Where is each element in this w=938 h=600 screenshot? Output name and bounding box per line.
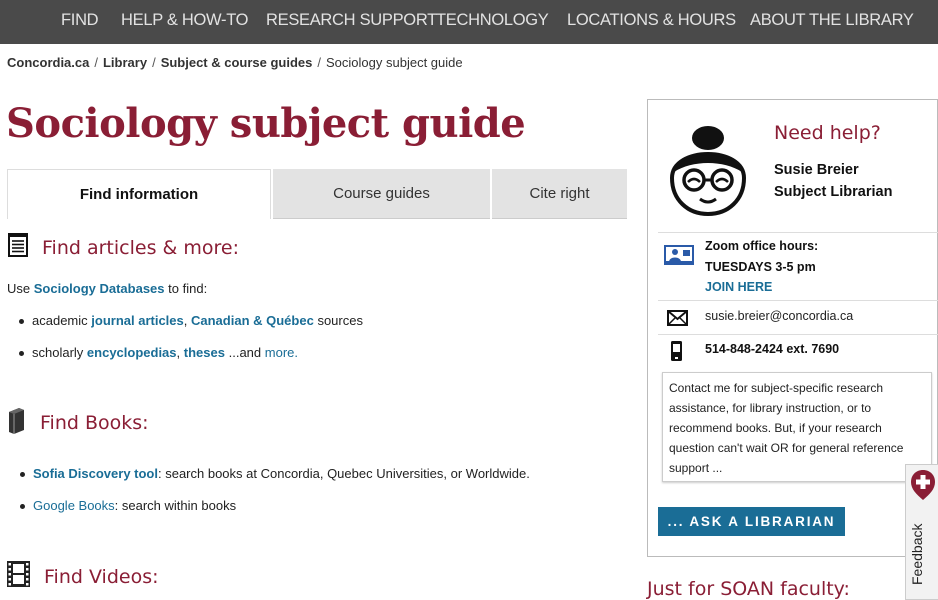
tab-find-information[interactable]: Find information	[7, 169, 271, 219]
breadcrumb-concordia[interactable]: Concordia.ca	[7, 55, 89, 70]
tab-course-guides[interactable]: Course guides	[273, 169, 490, 219]
breadcrumb-library[interactable]: Library	[103, 55, 147, 70]
journal-articles-link[interactable]: journal articles	[91, 313, 183, 328]
breadcrumb-subject-guides[interactable]: Subject & course guides	[161, 55, 313, 70]
ask-librarian-button[interactable]: ... ASK A LIBRARIAN	[658, 507, 845, 536]
guide-tabs: Find information Course guides Cite righ…	[7, 169, 627, 219]
need-help-heading: Need help?	[774, 122, 881, 144]
breadcrumb-separator: /	[317, 55, 322, 70]
articles-intro-text-end: to find:	[168, 281, 208, 296]
librarian-role: Subject Librarian	[774, 184, 893, 200]
articles-intro: Use Sociology Databases to find:	[7, 281, 207, 296]
articles-section-title: Find articles & more:	[42, 236, 239, 259]
zoom-label: Zoom office hours:	[705, 239, 819, 253]
breadcrumb-separator: /	[152, 55, 156, 70]
feedback-label: Feedback	[909, 523, 925, 585]
librarian-name: Susie Breier	[774, 162, 859, 178]
page-title: Sociology subject guide	[6, 100, 526, 147]
film-strip-icon	[7, 561, 30, 592]
articles-intro-text: Use	[7, 281, 31, 296]
bullet-comma: ,	[176, 345, 181, 360]
nav-locations-hours[interactable]: LOCATIONS & HOURS	[567, 11, 736, 30]
book-icon	[7, 407, 26, 439]
breadcrumb: Concordia.ca / Library / Subject & course gu…	[7, 55, 463, 70]
feedback-plus-icon	[910, 469, 936, 506]
librarian-phone: 514-848-2424 ext. 7690	[705, 342, 840, 356]
list-item: Google Books: search within books	[19, 498, 237, 513]
list-item: Sofia Discovery tool: search books at Co…	[20, 466, 530, 481]
videos-section-title: Find Videos:	[44, 565, 159, 588]
nav-research-support[interactable]: RESEARCH SUPPORT	[266, 11, 437, 30]
contact-note: Contact me for subject-specific research…	[662, 372, 932, 482]
soan-faculty-heading: Just for SOAN faculty:	[647, 578, 850, 600]
video-call-icon	[664, 245, 694, 270]
librarian-avatar	[664, 124, 752, 221]
sofia-discovery-link[interactable]: Sofia Discovery tool	[33, 466, 158, 481]
nav-about-library[interactable]: ABOUT THE LIBRARY	[750, 11, 914, 30]
bullet-text: academic	[32, 313, 88, 328]
librarian-sidebar: Need help? Susie Breier Subject Libraria…	[647, 99, 938, 557]
librarian-email[interactable]: susie.breier@concordia.ca	[705, 309, 853, 323]
breadcrumb-current: Sociology subject guide	[326, 55, 463, 70]
envelope-icon	[667, 310, 688, 331]
zoom-hours-row: Zoom office hours: TUESDAYS 3-5 pm JOIN …	[658, 232, 938, 300]
breadcrumb-separator: /	[94, 55, 98, 70]
mobile-phone-icon	[670, 340, 683, 367]
list-item: scholarly encyclopedias, theses ...and m…	[19, 345, 298, 360]
tab-cite-right[interactable]: Cite right	[492, 169, 627, 219]
bullet-text: : search within books	[114, 498, 237, 513]
phone-row: 514-848-2424 ext. 7690	[658, 334, 938, 368]
google-books-link[interactable]: Google Books	[33, 498, 115, 513]
articles-section-heading: Find articles & more:	[8, 233, 239, 262]
nav-find[interactable]: FIND	[61, 11, 99, 30]
top-navigation: FIND HELP & HOW-TO RESEARCH SUPPORT TECH…	[0, 0, 938, 44]
document-lines-icon	[8, 233, 28, 262]
nav-help-how-to[interactable]: HELP & HOW-TO	[121, 11, 249, 30]
bullet-text-mid: ...and	[228, 345, 262, 360]
bullet-comma: ,	[183, 313, 188, 328]
email-row: susie.breier@concordia.ca	[658, 300, 938, 334]
feedback-tab[interactable]: Feedback	[905, 464, 938, 600]
list-item: academic journal articles, Canadian & Qu…	[19, 313, 363, 328]
theses-link[interactable]: theses	[184, 345, 225, 360]
books-section-heading: Find Books:	[7, 407, 149, 439]
videos-section-heading: Find Videos:	[7, 561, 159, 592]
sociology-databases-link[interactable]: Sociology Databases	[34, 281, 165, 296]
bullet-text: scholarly	[32, 345, 84, 360]
books-section-title: Find Books:	[40, 412, 149, 434]
bullet-text-end: sources	[317, 313, 363, 328]
canadian-quebec-link[interactable]: Canadian & Québec	[191, 313, 314, 328]
encyclopedias-link[interactable]: encyclopedias	[87, 345, 177, 360]
more-link[interactable]: more.	[265, 345, 298, 360]
nav-technology[interactable]: TECHNOLOGY	[436, 11, 549, 30]
join-here-link[interactable]: JOIN HERE	[705, 280, 772, 294]
zoom-time: TUESDAYS 3-5 pm	[705, 260, 816, 274]
bullet-text: : search books at Concordia, Quebec Univ…	[157, 466, 530, 481]
